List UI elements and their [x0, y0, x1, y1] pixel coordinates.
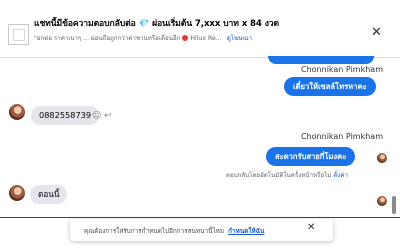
avatar [9, 104, 25, 120]
view-ad-link[interactable]: ดูโฆษณา [227, 35, 252, 42]
emoji-icon [182, 35, 189, 41]
outgoing-message: เดี๋ยวให้เซลล์โทรหาคะ [284, 77, 376, 96]
seen-avatar [377, 196, 387, 206]
gem-icon: 💎 [138, 19, 150, 29]
scrollbar[interactable] [392, 196, 396, 214]
incoming-message: 0882558739 [31, 106, 100, 125]
preference-banner: คุณต้องการใส่รับการกำหนดไปอีกการสนทนานี้… [70, 219, 333, 241]
close-icon[interactable]: ✕ [307, 223, 315, 233]
outgoing-message: สะดวกรับสายกี่โมงคะ [266, 147, 356, 166]
incoming-message: ตอนนี้ [30, 185, 68, 204]
react-icon[interactable]: ☺ [92, 112, 101, 121]
ad-title: แชทนี้มีข้อความตอบกลับต่อ 💎 ผ่อนเริ่มต้น… [34, 19, 279, 29]
banner-text: คุณต้องการใส่รับการกำหนดไปอีกการสนทนานี้… [84, 227, 265, 235]
auto-reply-notice: ตอบกลับโดยอัตโนมัติในครั้งหน้าหรือไม่ ตั… [226, 172, 348, 179]
customize-link[interactable]: กำหนดให้ฉัน [228, 227, 264, 235]
reply-icon[interactable]: ↩ [104, 112, 112, 121]
avatar [9, 185, 25, 201]
close-icon[interactable]: ✕ [371, 26, 382, 39]
previous-outgoing-bubble [268, 56, 374, 64]
settings-link[interactable]: ตั้งค่า [333, 172, 348, 179]
chat-divider [0, 217, 400, 218]
ad-thumbnail[interactable] [8, 24, 29, 45]
ad-subtitle: "ยกต่อ ราคาเบาๆ ... ผ่อนถือถูกกว่าค่าชาน… [34, 35, 252, 42]
sender-name: Chonnikan Pimkham [301, 132, 383, 141]
sender-name: Chonnikan Pimkham [301, 65, 383, 74]
seen-avatar [377, 153, 387, 163]
ad-header: แชทนี้มีข้อความตอบกลับต่อ 💎 ผ่อนเริ่มต้น… [0, 0, 400, 57]
